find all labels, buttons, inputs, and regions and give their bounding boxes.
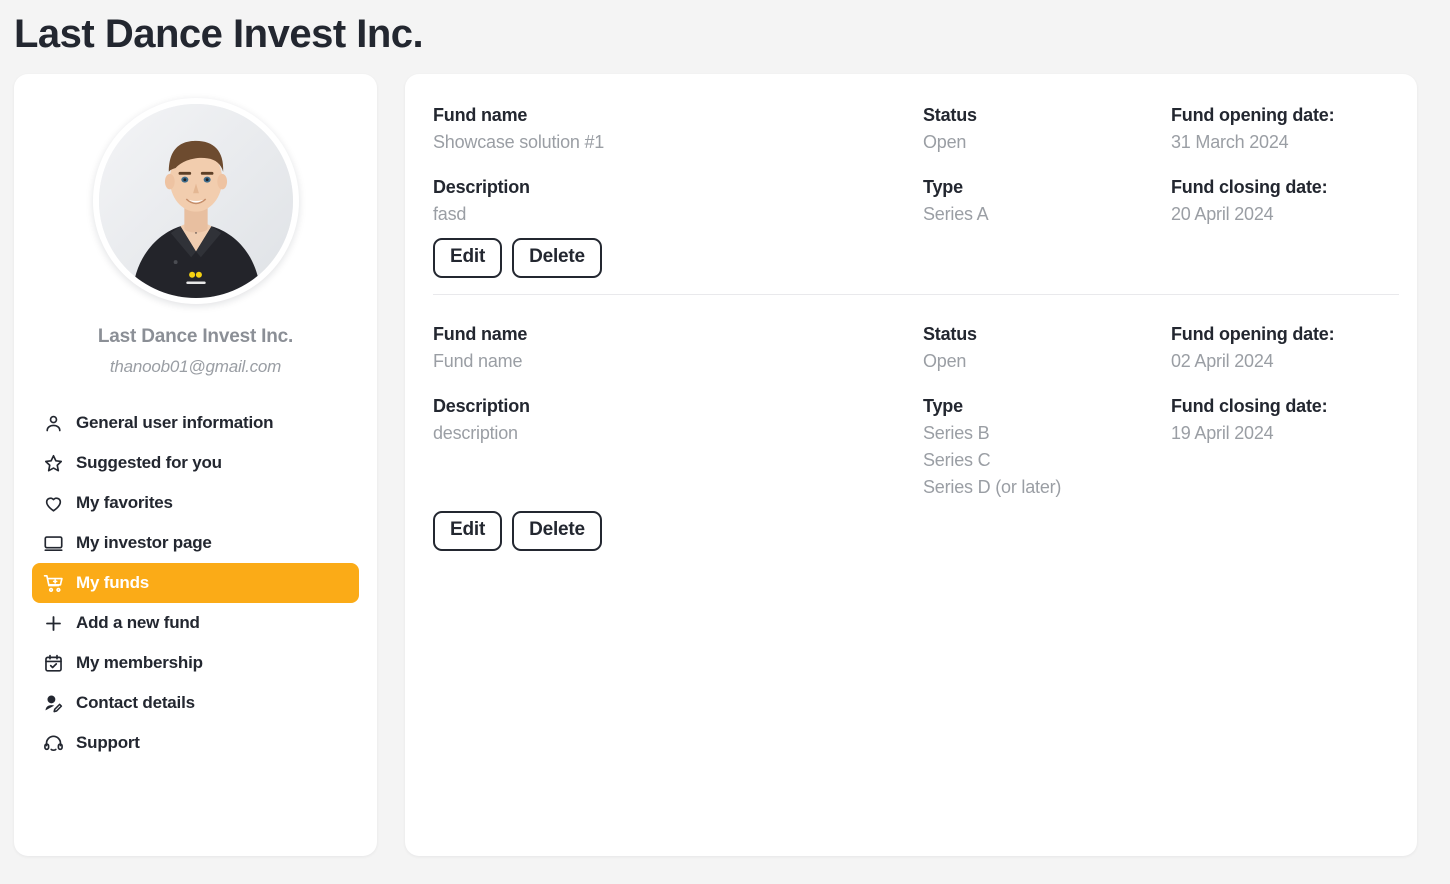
status-field: Status Open <box>923 102 1171 156</box>
page-title: Last Dance Invest Inc. <box>14 10 423 58</box>
monitor-icon <box>42 532 64 554</box>
fund-column-right: Fund opening date: 02 April 2024 Fund cl… <box>1171 321 1399 501</box>
heart-icon <box>42 492 64 514</box>
fund-card: Fund name Fund name Description descript… <box>433 294 1399 559</box>
type-label: Type <box>923 393 1171 420</box>
description-label: Description <box>433 174 923 201</box>
sidebar-item-suggested-for-you[interactable]: Suggested for you <box>32 443 359 483</box>
closing-date-label: Fund closing date: <box>1171 174 1399 201</box>
sidebar-item-label: Support <box>76 733 349 754</box>
opening-date-label: Fund opening date: <box>1171 321 1399 348</box>
closing-date-label: Fund closing date: <box>1171 393 1399 420</box>
status-value: Open <box>923 129 1171 156</box>
sidebar-item-label: My favorites <box>76 493 349 514</box>
status-label: Status <box>923 321 1171 348</box>
sidebar-item-label: My membership <box>76 653 349 674</box>
sidebar-item-label: My investor page <box>76 533 349 554</box>
sidebar-item-label: General user information <box>76 413 349 434</box>
sidebar-item-my-funds[interactable]: My funds <box>32 563 359 603</box>
edit-button[interactable]: Edit <box>433 511 502 551</box>
opening-date-value: 02 April 2024 <box>1171 348 1399 375</box>
closing-date-value: 20 April 2024 <box>1171 201 1399 228</box>
avatar <box>93 98 299 304</box>
status-value: Open <box>923 348 1171 375</box>
sidebar-item-label: Contact details <box>76 693 349 714</box>
funds-card: Fund name Showcase solution #1 Descripti… <box>405 74 1417 856</box>
type-value: Series A <box>923 201 1171 228</box>
type-value: Series B <box>923 420 1171 447</box>
sidebar-item-label: Suggested for you <box>76 453 349 474</box>
plus-icon <box>42 612 64 634</box>
sidebar-item-label: Add a new fund <box>76 613 349 634</box>
fund-actions: Edit Delete <box>433 238 1399 278</box>
fund-name-value: Fund name <box>433 348 923 375</box>
fund-column-right: Fund opening date: 31 March 2024 Fund cl… <box>1171 102 1399 228</box>
fund-column-left: Fund name Showcase solution #1 Descripti… <box>433 102 923 228</box>
cart-plus-icon <box>42 572 64 594</box>
fund-name-label: Fund name <box>433 102 923 129</box>
star-icon <box>42 452 64 474</box>
opening-date-field: Fund opening date: 31 March 2024 <box>1171 102 1399 156</box>
fund-card: Fund name Showcase solution #1 Descripti… <box>433 102 1399 286</box>
page-layout: Last Dance Invest Inc. thanoob01@gmail.c… <box>0 74 1450 856</box>
type-field: Type Series B Series C Series D (or late… <box>923 393 1171 501</box>
fund-grid: Fund name Showcase solution #1 Descripti… <box>433 102 1399 228</box>
description-label: Description <box>433 393 923 420</box>
fund-name-field: Fund name Showcase solution #1 <box>433 102 923 156</box>
sidebar-item-my-investor-page[interactable]: My investor page <box>32 523 359 563</box>
calendar-check-icon <box>42 652 64 674</box>
sidebar-card: Last Dance Invest Inc. thanoob01@gmail.c… <box>14 74 377 856</box>
closing-date-field: Fund closing date: 19 April 2024 <box>1171 393 1399 447</box>
sidebar-item-my-favorites[interactable]: My favorites <box>32 483 359 523</box>
avatar-wrapper <box>32 98 359 304</box>
sidebar-item-add-a-new-fund[interactable]: Add a new fund <box>32 603 359 643</box>
type-label: Type <box>923 174 1171 201</box>
fund-name-field: Fund name Fund name <box>433 321 923 375</box>
sidebar-item-general-user-information[interactable]: General user information <box>32 403 359 443</box>
fund-column-middle: Status Open Type Series B Series C Serie… <box>923 321 1171 501</box>
type-field: Type Series A <box>923 174 1171 228</box>
closing-date-value: 19 April 2024 <box>1171 420 1399 447</box>
sidebar-item-contact-details[interactable]: Contact details <box>32 683 359 723</box>
sidebar-item-label: My funds <box>76 573 349 594</box>
fund-name-value: Showcase solution #1 <box>433 129 923 156</box>
fund-grid: Fund name Fund name Description descript… <box>433 321 1399 501</box>
description-value: description <box>433 420 923 447</box>
fund-actions: Edit Delete <box>433 511 1399 551</box>
status-field: Status Open <box>923 321 1171 375</box>
opening-date-field: Fund opening date: 02 April 2024 <box>1171 321 1399 375</box>
status-label: Status <box>923 102 1171 129</box>
opening-date-label: Fund opening date: <box>1171 102 1399 129</box>
delete-button[interactable]: Delete <box>512 511 602 551</box>
user-email: thanoob01@gmail.com <box>32 357 359 377</box>
fund-column-middle: Status Open Type Series A <box>923 102 1171 228</box>
delete-button[interactable]: Delete <box>512 238 602 278</box>
headset-icon <box>42 732 64 754</box>
user-name: Last Dance Invest Inc. <box>32 326 359 348</box>
sidebar-item-support[interactable]: Support <box>32 723 359 763</box>
type-value: Series D (or later) <box>923 474 1171 501</box>
edit-button[interactable]: Edit <box>433 238 502 278</box>
user-icon <box>42 412 64 434</box>
description-value: fasd <box>433 201 923 228</box>
description-field: Description description <box>433 393 923 447</box>
app-page: Last Dance Invest Inc. <box>0 0 1450 884</box>
description-field: Description fasd <box>433 174 923 228</box>
type-value: Series C <box>923 447 1171 474</box>
fund-column-left: Fund name Fund name Description descript… <box>433 321 923 501</box>
opening-date-value: 31 March 2024 <box>1171 129 1399 156</box>
sidebar-item-my-membership[interactable]: My membership <box>32 643 359 683</box>
sidebar-nav: General user information Suggested for y… <box>32 403 359 763</box>
fund-name-label: Fund name <box>433 321 923 348</box>
closing-date-field: Fund closing date: 20 April 2024 <box>1171 174 1399 228</box>
user-edit-icon <box>42 692 64 714</box>
